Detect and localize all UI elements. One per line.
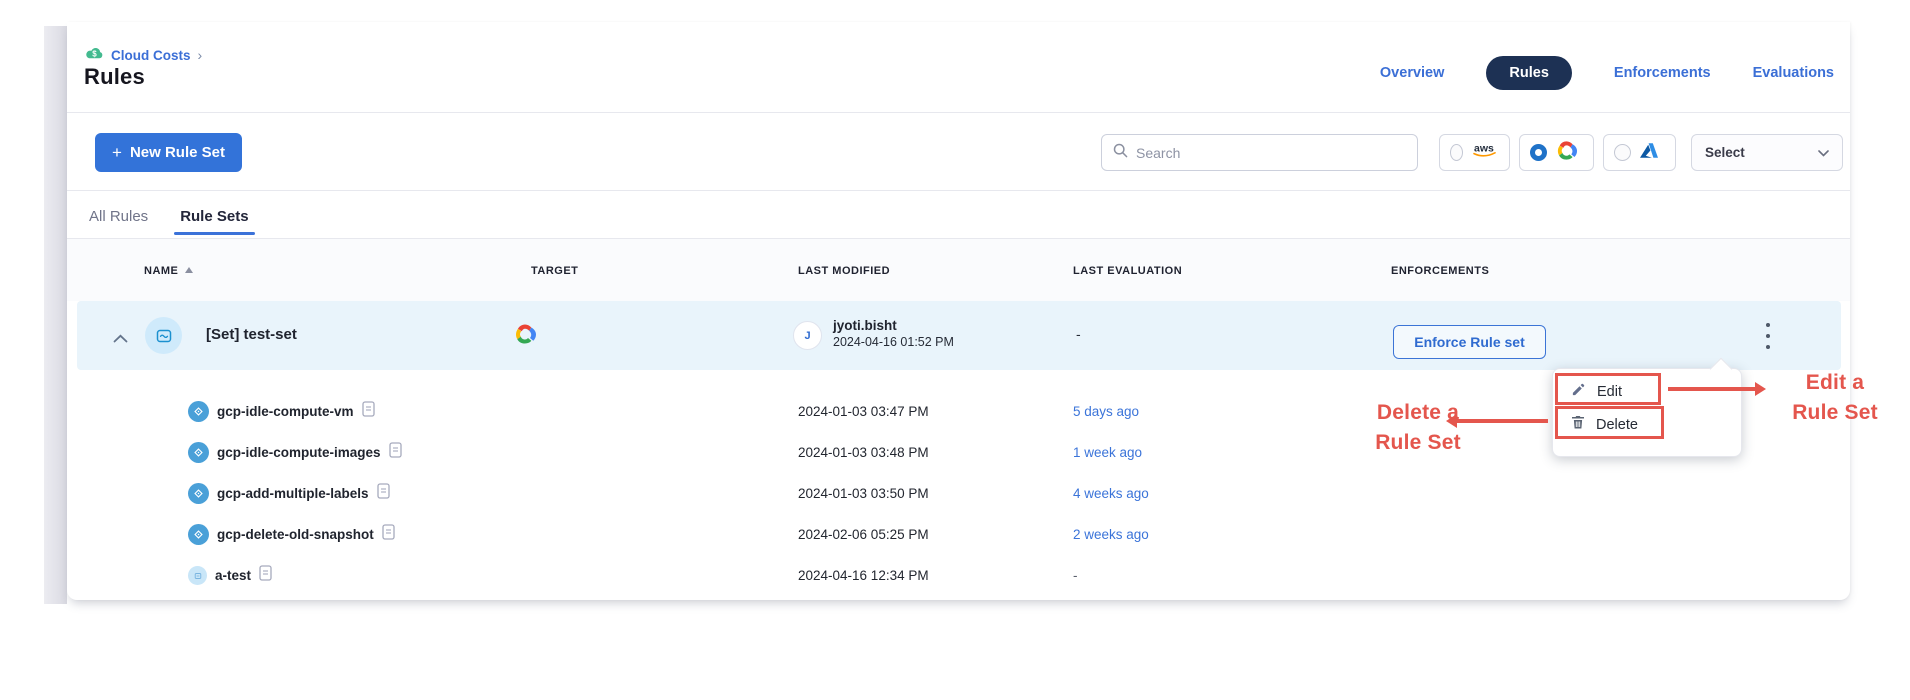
rule-set-row[interactable]: [Set] test-set J jyoti.bisht 2024-04-16 … bbox=[77, 301, 1841, 370]
delete-label: Delete bbox=[1596, 417, 1638, 433]
nav-tab-enforcements[interactable]: Enforcements bbox=[1614, 65, 1711, 81]
gcp-radio[interactable] bbox=[1530, 144, 1547, 161]
kebab-menu-icon[interactable] bbox=[1759, 322, 1777, 350]
new-rule-set-label: New Rule Set bbox=[130, 144, 225, 161]
collapse-chevron-icon[interactable] bbox=[113, 330, 128, 348]
rules-panel: $ Cloud Costs › Rules Overview Rules Enf… bbox=[67, 22, 1850, 600]
avatar: J bbox=[793, 321, 822, 350]
column-header-target: TARGET bbox=[531, 265, 578, 277]
last-modified-cell: jyoti.bisht 2024-04-16 01:52 PM bbox=[833, 317, 954, 351]
chevron-down-icon bbox=[1818, 144, 1829, 162]
rule-note-icon[interactable] bbox=[389, 442, 402, 463]
pencil-icon bbox=[1571, 382, 1586, 401]
breadcrumb-link[interactable]: Cloud Costs bbox=[111, 48, 191, 63]
plus-icon: + bbox=[112, 143, 122, 163]
rule-name: gcp-idle-compute-images bbox=[217, 445, 381, 460]
menu-item-delete[interactable]: Delete bbox=[1559, 409, 1679, 440]
tab-all-rules[interactable]: All Rules bbox=[87, 194, 150, 238]
owner-name: jyoti.bisht bbox=[833, 317, 954, 334]
filter-azure[interactable] bbox=[1603, 134, 1676, 171]
top-navigation: Overview Rules Enforcements Evaluations bbox=[1380, 56, 1834, 90]
search-icon bbox=[1113, 143, 1128, 163]
edit-label: Edit bbox=[1597, 384, 1622, 400]
context-menu: Edit Delete bbox=[1552, 368, 1742, 457]
aws-radio[interactable] bbox=[1450, 144, 1463, 161]
last-evaluation-value: - bbox=[1076, 326, 1081, 342]
filter-aws[interactable]: aws bbox=[1439, 134, 1510, 171]
page: $ Cloud Costs › Rules Overview Rules Enf… bbox=[0, 0, 1910, 700]
rule-name: gcp-delete-old-snapshot bbox=[217, 527, 374, 542]
rule-modified: 2024-02-06 05:25 PM bbox=[798, 527, 929, 542]
azure-icon bbox=[1639, 142, 1659, 164]
rule-evaluation-link[interactable]: 2 weeks ago bbox=[1073, 527, 1149, 542]
rule-name: gcp-add-multiple-labels bbox=[217, 486, 369, 501]
svg-text:aws: aws bbox=[1474, 143, 1494, 155]
table-row[interactable]: gcp-delete-old-snapshot 2024-02-06 05:25… bbox=[67, 514, 1850, 555]
column-header-enforcements: ENFORCEMENTS bbox=[1391, 265, 1489, 277]
rule-modified: 2024-01-03 03:50 PM bbox=[798, 486, 929, 501]
column-header-last-evaluation: LAST EVALUATION bbox=[1073, 265, 1182, 277]
rule-evaluation-value: - bbox=[1073, 568, 1078, 583]
rule-modified: 2024-01-03 03:48 PM bbox=[798, 445, 929, 460]
cloud-costs-icon: $ bbox=[85, 46, 104, 64]
rule-set-name: [Set] test-set bbox=[206, 326, 297, 343]
rule-evaluation-link[interactable]: 1 week ago bbox=[1073, 445, 1142, 460]
rule-modified: 2024-01-03 03:47 PM bbox=[798, 404, 929, 419]
collapsed-sidebar-strip bbox=[44, 26, 67, 604]
enforce-rule-set-button[interactable]: Enforce Rule set bbox=[1393, 325, 1546, 359]
rule-modified: 2024-04-16 12:34 PM bbox=[798, 568, 929, 583]
rule-evaluation-link[interactable]: 5 days ago bbox=[1073, 404, 1139, 419]
rule-note-icon[interactable] bbox=[362, 401, 375, 422]
rule-note-icon[interactable] bbox=[382, 524, 395, 545]
azure-radio[interactable] bbox=[1614, 144, 1631, 161]
gcp-target-icon bbox=[513, 324, 537, 349]
search-input[interactable] bbox=[1136, 145, 1406, 161]
table-header-background bbox=[67, 239, 1850, 301]
table-row[interactable]: a-test 2024-04-16 12:34 PM - bbox=[67, 555, 1850, 596]
modified-timestamp: 2024-04-16 01:52 PM bbox=[833, 334, 954, 351]
rule-icon bbox=[188, 401, 209, 422]
header-divider bbox=[67, 112, 1850, 113]
rule-icon bbox=[188, 442, 209, 463]
new-rule-set-button[interactable]: + New Rule Set bbox=[95, 133, 242, 172]
column-header-name[interactable]: NAME bbox=[144, 265, 193, 277]
rules-tab-bar: All Rules Rule Sets bbox=[87, 194, 251, 238]
rule-name: a-test bbox=[215, 568, 251, 583]
rule-set-icon bbox=[145, 317, 182, 354]
tab-rule-sets[interactable]: Rule Sets bbox=[178, 194, 250, 238]
search-box bbox=[1101, 134, 1418, 171]
rule-icon bbox=[188, 566, 207, 585]
breadcrumb: $ Cloud Costs › bbox=[85, 46, 202, 64]
menu-item-edit[interactable]: Edit bbox=[1559, 376, 1679, 407]
rule-icon bbox=[188, 483, 209, 504]
nav-tab-evaluations[interactable]: Evaluations bbox=[1753, 65, 1834, 81]
gcp-icon bbox=[1555, 141, 1578, 165]
rule-note-icon[interactable] bbox=[259, 565, 272, 586]
nav-tab-rules[interactable]: Rules bbox=[1486, 56, 1572, 90]
column-header-last-modified: LAST MODIFIED bbox=[798, 265, 890, 277]
svg-text:$: $ bbox=[92, 50, 97, 59]
breadcrumb-separator: › bbox=[198, 47, 203, 63]
delete-annotation: Delete a Rule Set bbox=[1362, 398, 1474, 458]
nav-tab-overview[interactable]: Overview bbox=[1380, 65, 1445, 81]
page-title: Rules bbox=[84, 64, 145, 90]
aws-icon: aws bbox=[1471, 141, 1499, 164]
edit-arrow bbox=[1668, 387, 1756, 391]
filter-gcp[interactable] bbox=[1519, 134, 1594, 171]
table-row[interactable]: gcp-add-multiple-labels 2024-01-03 03:50… bbox=[67, 473, 1850, 514]
edit-annotation: Edit a Rule Set bbox=[1768, 368, 1902, 428]
rule-note-icon[interactable] bbox=[377, 483, 390, 504]
select-dropdown[interactable]: Select bbox=[1691, 134, 1843, 171]
rule-evaluation-link[interactable]: 4 weeks ago bbox=[1073, 486, 1149, 501]
trash-icon bbox=[1571, 415, 1585, 434]
sort-ascending-icon bbox=[185, 267, 193, 273]
rule-name: gcp-idle-compute-vm bbox=[217, 404, 354, 419]
rule-icon bbox=[188, 524, 209, 545]
select-label: Select bbox=[1705, 145, 1745, 160]
toolbar-divider bbox=[67, 190, 1850, 191]
